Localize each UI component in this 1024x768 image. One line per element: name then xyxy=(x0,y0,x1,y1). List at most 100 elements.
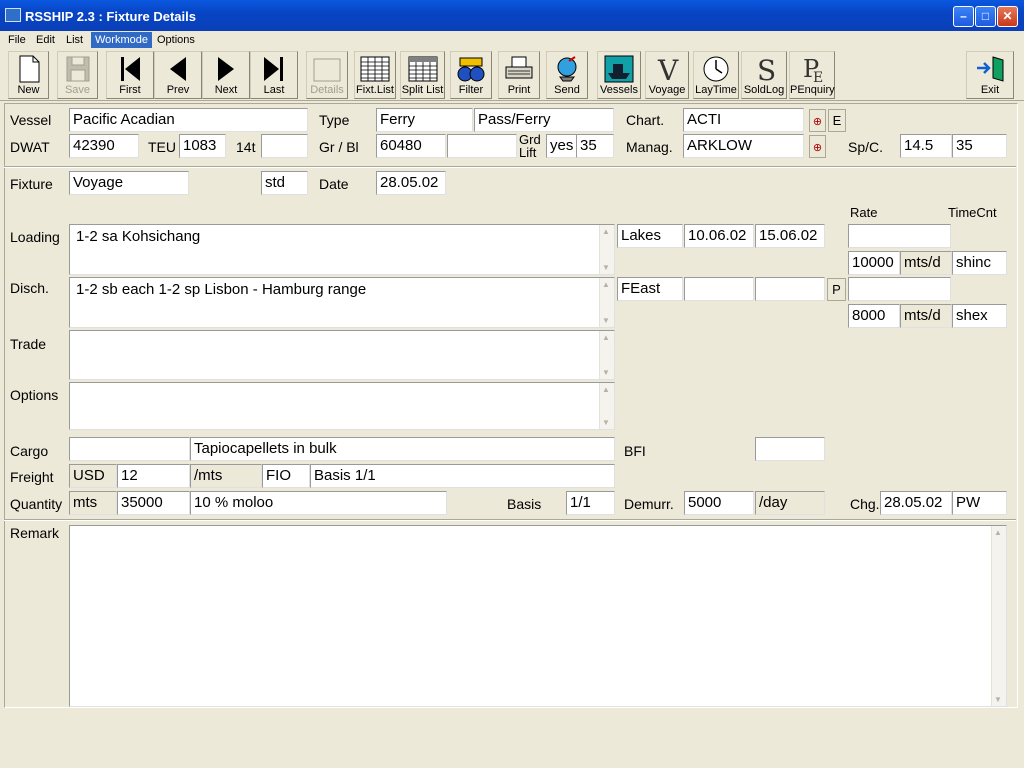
loading-region-field[interactable]: Lakes xyxy=(617,224,683,248)
freight-currency[interactable]: USD xyxy=(69,464,117,488)
trade-textarea[interactable]: ▲ ▼ xyxy=(69,330,615,380)
disch-region-field[interactable]: FEast xyxy=(617,277,683,301)
loading-rate-field[interactable]: 10000 xyxy=(848,251,900,275)
options-scrollbar[interactable]: ▲ ▼ xyxy=(599,383,614,429)
type-field[interactable]: Ferry xyxy=(376,108,473,132)
14t-label: 14t xyxy=(236,139,256,155)
manager-lookup-button[interactable]: ⊕ xyxy=(809,135,826,158)
charterer-field[interactable]: ACTI xyxy=(683,108,804,132)
vessel-field[interactable]: Pacific Acadian xyxy=(69,108,308,132)
clock-icon xyxy=(701,55,731,83)
dwat-field[interactable]: 42390 xyxy=(69,134,139,158)
vessel-label: Vessel xyxy=(10,112,52,128)
remark-textarea[interactable]: ▲ ▼ xyxy=(69,525,1007,707)
penquiry-button[interactable]: PE PEnquiry xyxy=(789,51,835,99)
loading-textarea[interactable]: 1-2 sa Kohsichang ▲ ▼ xyxy=(69,224,615,275)
manager-field[interactable]: ARKLOW xyxy=(683,134,804,158)
next-button[interactable]: Next xyxy=(202,51,250,99)
cargo-field[interactable]: Tapiocapellets in bulk xyxy=(190,437,615,461)
new-button[interactable]: New xyxy=(8,51,49,99)
fixt-list-button[interactable]: Fixt.List xyxy=(354,51,396,99)
list-grid-icon xyxy=(360,55,390,83)
loading-from-date[interactable]: 10.06.02 xyxy=(684,224,754,248)
demurrage-field[interactable]: 5000 xyxy=(684,491,754,515)
quantity-tolerance-field[interactable]: 10 % moloo xyxy=(190,491,447,515)
details-button[interactable]: Details xyxy=(306,51,348,99)
send-button[interactable]: Send xyxy=(546,51,588,99)
bfi-field[interactable] xyxy=(755,437,825,461)
split-list-button[interactable]: Split List xyxy=(400,51,445,99)
satellite-dish-icon xyxy=(552,55,582,83)
svg-text:E: E xyxy=(813,70,823,83)
trade-label: Trade xyxy=(10,336,47,352)
close-button[interactable]: ✕ xyxy=(997,6,1018,27)
next-record-icon xyxy=(211,55,241,83)
fixture-field[interactable]: Voyage xyxy=(69,171,189,195)
menu-options[interactable]: Options xyxy=(153,32,199,48)
type-detail-field[interactable]: Pass/Ferry xyxy=(474,108,614,132)
quantity-unit[interactable]: mts xyxy=(69,491,117,515)
options-textarea[interactable]: ▲ ▼ xyxy=(69,382,615,430)
prev-button[interactable]: Prev xyxy=(154,51,202,99)
disch-rate-field[interactable]: 8000 xyxy=(848,304,900,328)
std-field[interactable]: std xyxy=(261,171,308,195)
loading-terms-field[interactable]: shinc xyxy=(952,251,1007,275)
loading-rate-top-field[interactable] xyxy=(848,224,951,248)
gr-field[interactable]: 60480 xyxy=(376,134,446,158)
separator xyxy=(4,166,1016,168)
laytime-button[interactable]: LayTime xyxy=(693,51,739,99)
freight-label: Freight xyxy=(10,469,54,485)
save-button[interactable]: Save xyxy=(57,51,98,99)
changed-date-field[interactable]: 28.05.02 xyxy=(880,491,952,515)
disch-terms-field[interactable]: shex xyxy=(952,304,1007,328)
trade-scrollbar[interactable]: ▲ ▼ xyxy=(599,331,614,379)
cargo-code-field[interactable] xyxy=(69,437,190,461)
last-button[interactable]: Last xyxy=(250,51,298,99)
p-button[interactable]: P xyxy=(827,278,846,301)
first-record-icon xyxy=(115,55,145,83)
print-button[interactable]: Print xyxy=(498,51,540,99)
quantity-field[interactable]: 35000 xyxy=(117,491,190,515)
menu-file[interactable]: File xyxy=(4,32,30,48)
charterer-lookup-button[interactable]: ⊕ xyxy=(809,109,826,132)
menu-list[interactable]: List xyxy=(62,32,87,48)
exit-door-icon xyxy=(975,55,1005,83)
teu-field[interactable]: 1083 xyxy=(179,134,226,158)
menu-workmode[interactable]: Workmode xyxy=(91,32,152,48)
dwat-label: DWAT xyxy=(10,139,50,155)
filter-button[interactable]: Filter xyxy=(450,51,492,99)
14t-field[interactable] xyxy=(261,134,308,158)
first-button[interactable]: First xyxy=(106,51,154,99)
speed-field[interactable]: 14.5 xyxy=(900,134,952,158)
freight-terms-field[interactable]: FIO xyxy=(262,464,310,488)
freight-basis-field[interactable]: Basis 1/1 xyxy=(310,464,615,488)
maximize-button[interactable]: □ xyxy=(975,6,996,27)
loading-scrollbar[interactable]: ▲ ▼ xyxy=(599,225,614,274)
loading-text: 1-2 sa Kohsichang xyxy=(76,228,201,245)
e-button[interactable]: E xyxy=(828,109,846,132)
freight-unit: /mts xyxy=(190,464,262,488)
exit-button[interactable]: Exit xyxy=(966,51,1014,99)
soldlog-s-icon: S xyxy=(749,54,779,87)
disch-from-date[interactable] xyxy=(684,277,754,301)
menu-bar: File Edit List Workmode Options xyxy=(0,31,1024,49)
bl-field[interactable] xyxy=(447,134,517,158)
disch-scrollbar[interactable]: ▲ ▼ xyxy=(599,278,614,327)
basis-field[interactable]: 1/1 xyxy=(566,491,615,515)
grd-lift-field[interactable]: yes xyxy=(546,134,577,158)
menu-edit[interactable]: Edit xyxy=(32,32,59,48)
disch-to-date[interactable] xyxy=(755,277,825,301)
soldlog-button[interactable]: S SoldLog xyxy=(741,51,787,99)
date-field[interactable]: 28.05.02 xyxy=(376,171,446,195)
changed-by-field[interactable]: PW xyxy=(952,491,1007,515)
disch-textarea[interactable]: 1-2 sb each 1-2 sp Lisbon - Hamburg rang… xyxy=(69,277,615,328)
disch-rate-top-field[interactable] xyxy=(848,277,951,301)
grd-value-field[interactable]: 35 xyxy=(576,134,614,158)
loading-to-date[interactable]: 15.06.02 xyxy=(755,224,825,248)
vessels-button[interactable]: Vessels xyxy=(597,51,641,99)
voyage-button[interactable]: V Voyage xyxy=(645,51,689,99)
remark-scrollbar[interactable]: ▲ ▼ xyxy=(991,526,1006,706)
freight-rate-field[interactable]: 12 xyxy=(117,464,190,488)
minimize-button[interactable]: – xyxy=(953,6,974,27)
consumption-field[interactable]: 35 xyxy=(952,134,1007,158)
